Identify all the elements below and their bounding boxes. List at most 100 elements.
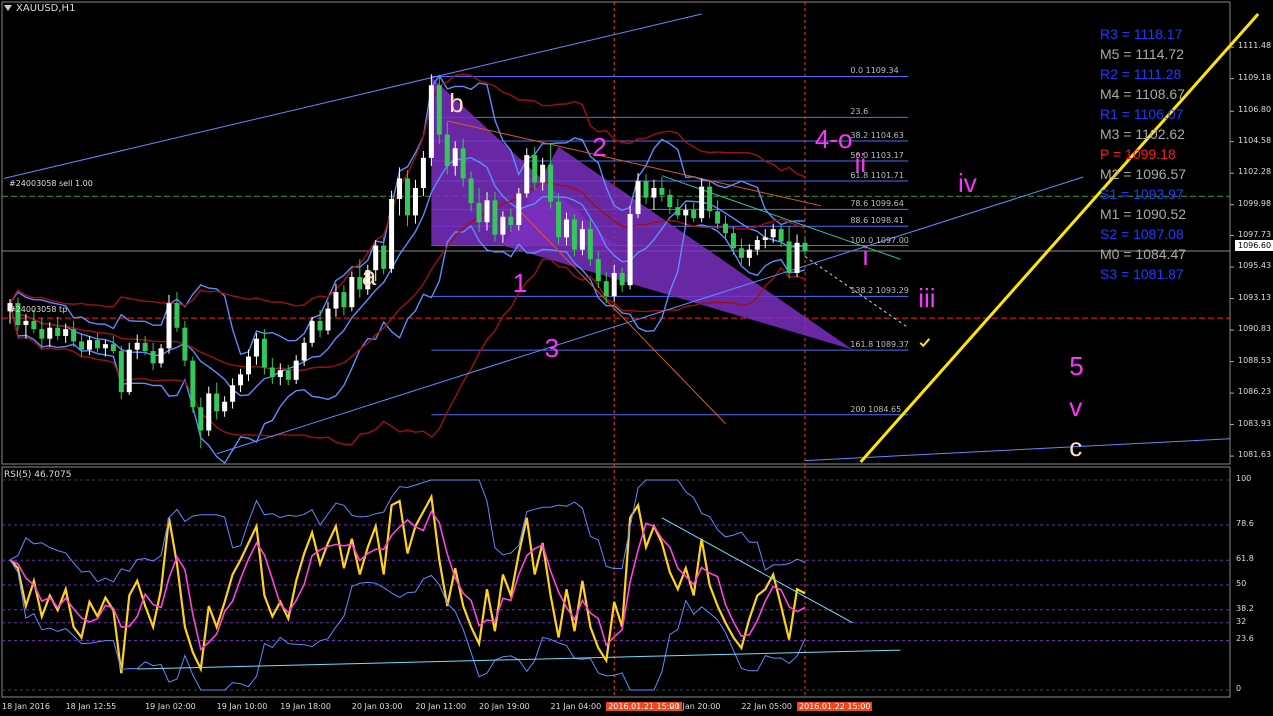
candle-body: [126, 349, 132, 393]
candle-body: [261, 338, 267, 368]
candle-body: [587, 229, 593, 260]
pivot-level: M3 = 1102.62: [1100, 126, 1185, 142]
x-tick-label: 19 Jan 02:00: [145, 702, 196, 711]
fib-level-label: 88.6 1098.41: [850, 216, 904, 226]
pivot-level: R1 = 1106.07: [1100, 106, 1184, 122]
candle-body: [524, 155, 530, 194]
candle-body: [444, 134, 450, 167]
rsi-support-line: [137, 649, 901, 670]
pivot-table: R3 = 1118.17 M5 = 1114.72 R2 = 1111.28 M4 =…: [1100, 24, 1208, 284]
y-tick-label: 1088.53: [1238, 355, 1272, 365]
x-tick-label: 20 Jan 19:00: [479, 702, 530, 711]
candle-body: [301, 342, 307, 361]
sell-order-label[interactable]: #24003058 sell 1.00: [9, 179, 93, 188]
candle-body: [238, 374, 244, 386]
x-tick-label: 21 Jan 04:00: [550, 702, 602, 711]
candle-body: [381, 245, 387, 269]
candle-body: [71, 329, 77, 342]
x-tick-label: 19 Jan 10:00: [216, 702, 268, 711]
fib-level-label: 0.0 1109.34: [850, 66, 899, 76]
wave-label: 2: [592, 131, 607, 162]
y-tick-label: 1102.28: [1238, 167, 1272, 177]
rsi-signal-line: [9, 509, 806, 651]
pivot-level: M0 = 1084.47: [1100, 246, 1187, 262]
candle-body: [277, 370, 283, 378]
fib-level-label: 200 1084.65: [850, 404, 902, 414]
candle-body: [603, 281, 609, 297]
candle-body: [253, 338, 259, 357]
tp-order-label[interactable]: #24003058 tp: [9, 305, 67, 314]
candle-body: [564, 219, 569, 238]
wave-label: 5: [1069, 351, 1084, 382]
x-tick-label: 2016.01.22 15:00: [797, 702, 873, 711]
candle-body: [23, 320, 29, 325]
candle-body: [659, 187, 665, 195]
rsi-band-lower: [9, 559, 806, 691]
rsi-tick-label: 78.6: [1236, 518, 1254, 528]
candle-body: [762, 237, 768, 241]
candle-body: [214, 393, 220, 412]
candle-body: [166, 303, 172, 349]
candle-body: [190, 360, 196, 408]
candle-body: [746, 249, 752, 258]
candle-body: [142, 342, 148, 352]
rsi-tick-label: 50: [1236, 579, 1247, 588]
candle-body: [47, 327, 53, 339]
candle-body: [63, 329, 69, 336]
x-tick-label: 22 Jan 05:00: [741, 702, 792, 711]
candle-body: [691, 209, 697, 219]
candle-body: [778, 229, 784, 242]
candle-body: [31, 320, 37, 330]
candle-body: [150, 351, 156, 364]
fib-level-label: 78.6 1099.64: [850, 199, 904, 209]
rsi-title: RSI(5) 46.7075: [4, 470, 72, 480]
candle-body: [405, 178, 410, 216]
y-tick-label: 1081.63: [1238, 450, 1272, 460]
pivot-level: S3 = 1081.87: [1100, 266, 1184, 282]
x-tick-label: 20 Jan 11:00: [415, 702, 467, 711]
rsi-resistance-line: [661, 517, 853, 624]
candle-body: [468, 178, 474, 204]
candle-body: [293, 360, 299, 380]
candle-body: [198, 407, 204, 431]
candle-body: [269, 367, 275, 378]
pivot-level: M4 = 1108.67: [1100, 86, 1185, 102]
fib-level-label: 23.6: [850, 107, 869, 117]
candle-body: [333, 292, 339, 309]
pivot-level: M2 = 1096.57: [1100, 166, 1187, 182]
y-tick-label: 1095.43: [1238, 261, 1272, 271]
candle-body: [349, 277, 355, 308]
candle-body: [627, 214, 633, 286]
rsi-tick-label: 38.2: [1236, 603, 1254, 613]
pivot-level: R3 = 1118.17: [1100, 26, 1183, 42]
dropdown-triangle-icon[interactable]: [4, 5, 12, 11]
candle-body: [158, 348, 164, 364]
fib-level-label: 100.0 1097.00: [850, 235, 909, 245]
candle-body: [341, 292, 347, 308]
pivot-level: S2 = 1087.08: [1100, 226, 1184, 242]
pivot-level: M5 = 1114.72: [1100, 46, 1184, 62]
wave-label: a: [361, 260, 377, 291]
wave-label: b: [449, 88, 464, 119]
y-tick-label: 1093.13: [1238, 292, 1272, 302]
candle-body: [428, 85, 434, 158]
y-tick-label: 1109.18: [1238, 72, 1272, 82]
candle-body: [651, 187, 657, 198]
candle-body: [754, 240, 760, 250]
candle-body: [540, 164, 546, 183]
candle-body: [532, 155, 538, 183]
wave-label: c: [1069, 431, 1083, 462]
candle-body: [420, 157, 426, 188]
bottom-channel-line: [804, 438, 1231, 462]
candle-body: [715, 211, 721, 224]
candle-body: [683, 209, 689, 216]
candle-body: [79, 341, 85, 350]
rsi-tick-label: 0: [1236, 684, 1242, 693]
y-tick-label: 1111.48: [1238, 41, 1272, 51]
candle-body: [110, 344, 116, 352]
y-tick-label: 1106.80: [1238, 105, 1272, 115]
candle-body: [699, 186, 705, 219]
candle-body: [182, 327, 188, 361]
chart-title[interactable]: XAUUSD,H1: [4, 3, 75, 14]
target-check-icon: [919, 338, 931, 348]
